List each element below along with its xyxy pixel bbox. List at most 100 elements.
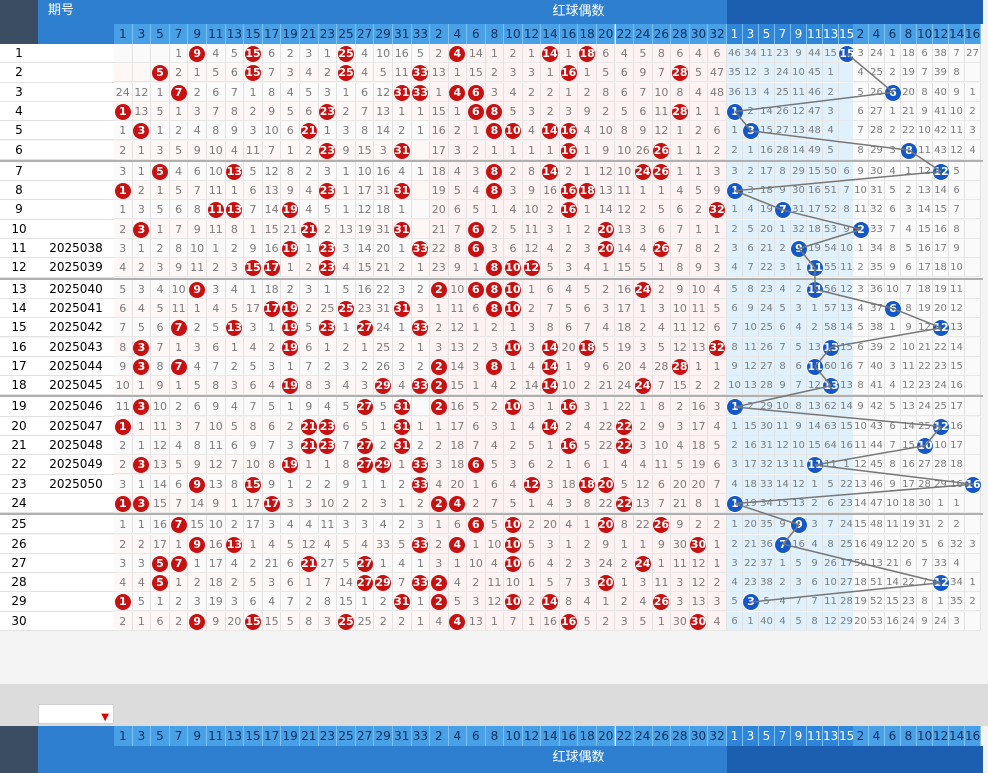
header-blue-odd-col-11[interactable]: 11 (807, 24, 823, 44)
table-row[interactable]: 1 3 1 2 4 8 9 3 10 6 21 1 3 8 14 2 1 16 2 1 8 10 4 14 16 4 10 8 9 12 1… (114, 121, 983, 141)
table-row[interactable]: 10 1 9 1 5 8 3 6 4 19 8 3 4 3 29 4 33 2 15 1 4 2 14 14 10 2 21 24 24… (114, 376, 983, 396)
header-odd-col-11[interactable]: 11 (207, 24, 226, 44)
header-blue-odd-col-9[interactable]: 9 (791, 24, 807, 44)
table-row[interactable]: 2 1 6 2 9 9 20 15 15 5 8 3 25 25 2 2 1 4 4 13 1 7 1 16 16 5 2 3 5 1 30… (114, 611, 983, 631)
table-row[interactable]: 1 3 5 6 8 11 13 7 14 19 4 5 1 12 18 1 20 6 5 1 4 10 2 16 1 14 12 2 5… (114, 200, 983, 220)
table-row[interactable]: 1 2 1 5 7 11 1 6 13 9 4 23 1 17 31 31 19 5 4 8 3 9 16 16 18 13 11 1… (114, 181, 983, 201)
header-blue-even-col-8[interactable]: 8 (901, 24, 917, 44)
footer-odd-col-1[interactable]: 1 (114, 726, 133, 746)
header-even-col-22[interactable]: 22 (615, 24, 635, 44)
header-blue-even-col-6[interactable]: 6 (885, 24, 901, 44)
footer-blue-even-col-10[interactable]: 10 (917, 726, 933, 746)
footer-odd-col-31[interactable]: 31 (393, 726, 412, 746)
table-row[interactable]: 1 3 15 7 14 9 1 17 17 3 3 10 2 2 3 1 2 2 4 2 7 5 1 4 3 8 22 22 13 7 21… (114, 493, 983, 513)
table-row[interactable]: 3 3 5 7 1 17 4 2 21 6 21 27 5 27 1 4 1 3 1 10 4 10 6 4 2 3 24 2 24 1 1… (114, 553, 983, 573)
footer-even-col-20[interactable]: 20 (596, 726, 616, 746)
footer-even-col-18[interactable]: 18 (578, 726, 597, 746)
footer-even-col-12[interactable]: 12 (522, 726, 542, 746)
header-odd-col-17[interactable]: 17 (262, 24, 282, 44)
table-row[interactable]: 1 1 11 3 7 10 5 8 6 2 21 23 6 5 1 31 1 1 17 6 3 1 4 14 2 4 22 22 2 9 3… (114, 416, 983, 436)
table-row[interactable]: 24 12 1 7 2 6 7 1 8 4 5 3 1 6 12 31 33 1 4 6 3 4 2 2 1 2 8 6 7 10 8 4 48… (114, 82, 983, 102)
footer-even-col-26[interactable]: 26 (652, 726, 672, 746)
table-row[interactable]: 2 1 12 4 8 11 6 9 7 3 21 23 7 27 2 31 2 2 18 7 4 2 5 1 16 5 22 22 3 1… (114, 436, 983, 455)
table-row[interactable]: 4 4 5 1 2 18 2 5 3 6 1 7 14 27 29 7 33 2 4 2 11 10 1 5 7 3 20 1 3 11 3… (114, 573, 983, 593)
header-blue-even-col-10[interactable]: 10 (917, 24, 933, 44)
table-row[interactable]: 2 1 3 5 9 10 4 11 7 1 2 23 9 15 3 31 17 3 2 1 1 1 1 16 1 9 10 26 26 1… (114, 140, 983, 160)
header-blue-even-col-16[interactable]: 16 (965, 24, 981, 44)
footer-even-col-10[interactable]: 10 (504, 726, 523, 746)
header-odd-col-9[interactable]: 9 (188, 24, 207, 44)
header-blue-even-col-14[interactable]: 14 (949, 24, 965, 44)
header-blue-even-col-2[interactable]: 2 (853, 24, 869, 44)
header-even-col-20[interactable]: 20 (596, 24, 616, 44)
footer-odd-col-29[interactable]: 29 (374, 726, 393, 746)
header-odd-col-25[interactable]: 25 (337, 24, 356, 44)
header-even-col-28[interactable]: 28 (671, 24, 690, 44)
header-odd-col-15[interactable]: 15 (244, 24, 263, 44)
footer-odd-col-15[interactable]: 15 (244, 726, 263, 746)
footer-odd-col-21[interactable]: 21 (300, 726, 319, 746)
footer-even-col-16[interactable]: 16 (559, 726, 579, 746)
table-row[interactable]: 2 2 17 1 9 16 13 1 4 5 12 4 5 4 33 5 33 2 4 1 10 10 5 3 1 2 9 1 1 9 30… (114, 534, 983, 554)
footer-blue-even-col-16[interactable]: 16 (965, 726, 981, 746)
header-even-col-10[interactable]: 10 (504, 24, 523, 44)
footer-odd-col-3[interactable]: 3 (132, 726, 152, 746)
table-row[interactable]: 2 3 13 5 9 12 7 10 8 19 1 1 8 27 29 1 33 3 18 6 5 3 6 2 1 6 1 4 4 11 5… (114, 455, 983, 475)
table-row[interactable]: 1 5 1 2 3 19 3 6 4 7 2 8 15 1 2 31 1 2 5 3 12 10 2 14 8 4 1 2 4 26 3 13… (114, 592, 983, 612)
table-row[interactable]: 5 2 1 5 6 15 7 3 4 2 25 4 5 11 33 13 1 15 2 3 3 1 16 1 5 6 9 7 28 5 47… (114, 63, 983, 83)
header-odd-col-13[interactable]: 13 (225, 24, 245, 44)
header-blue-even-col-12[interactable]: 12 (933, 24, 949, 44)
header-odd-col-19[interactable]: 19 (281, 24, 300, 44)
header-odd-col-5[interactable]: 5 (151, 24, 170, 44)
table-row[interactable]: 1 13 5 1 3 7 8 2 9 5 6 23 2 7 13 1 1 15 1 6 8 5 3 2 3 9 2 5 6 11 28 1 1 1… (114, 101, 983, 121)
footer-blue-odd-col-9[interactable]: 9 (791, 726, 807, 746)
header-odd-col-21[interactable]: 21 (300, 24, 319, 44)
header-blue-odd-col-13[interactable]: 13 (823, 24, 839, 44)
table-row[interactable]: 8 3 7 1 3 6 1 4 2 19 6 1 2 1 25 2 1 3 13 2 3 10 3 14 20 18 5 19 3 5 12… (114, 337, 983, 357)
table-row[interactable]: 6 4 5 11 1 4 5 17 17 19 2 25 25 23 31 31 3 1 11 6 8 10 2 7 5 6 3 17… (114, 298, 983, 318)
footer-odd-col-11[interactable]: 11 (207, 726, 226, 746)
header-even-col-30[interactable]: 30 (689, 24, 709, 44)
table-row[interactable]: 1 1 16 7 15 10 2 17 3 4 4 11 3 3 4 2 3 1 6 6 5 10 2 20 4 1 20 8 22 26… (114, 515, 983, 535)
header-blue-odd-col-7[interactable]: 7 (775, 24, 791, 44)
table-row[interactable]: 5 3 4 10 9 3 4 1 18 2 3 1 5 16 22 3 2 2 10 6 8 10 1 6 4 5 2 16 24 2 9 1… (114, 279, 983, 299)
table-row[interactable]: 2 3 1 7 9 11 8 1 15 21 21 2 13 19 31 31 21 7 6 2 5 11 3 1 2 20 13 3… (114, 219, 983, 239)
header-even-col-6[interactable]: 6 (467, 24, 486, 44)
footer-blue-odd-col-7[interactable]: 7 (775, 726, 791, 746)
period-header[interactable]: 期号 (38, 0, 114, 44)
header-even-col-24[interactable]: 24 (634, 24, 653, 44)
header-odd-col-3[interactable]: 3 (132, 24, 152, 44)
table-row[interactable]: 11 3 10 2 6 9 4 7 5 1 9 4 5 27 5 31 2 16 5 2 10 3 1 16 3 1 22 1 8 2 16… (114, 397, 983, 417)
footer-blue-even-col-4[interactable]: 4 (869, 726, 885, 746)
footer-blue-odd-col-13[interactable]: 13 (823, 726, 839, 746)
footer-blue-even-col-2[interactable]: 2 (853, 726, 869, 746)
footer-even-col-14[interactable]: 14 (541, 726, 560, 746)
footer-blue-even-col-12[interactable]: 12 (933, 726, 949, 746)
footer-even-col-32[interactable]: 32 (708, 726, 727, 746)
footer-even-col-24[interactable]: 24 (634, 726, 653, 746)
footer-even-col-2[interactable]: 2 (430, 726, 449, 746)
footer-odd-col-13[interactable]: 13 (225, 726, 245, 746)
table-row[interactable]: 1 9 4 5 15 6 2 3 1 25 4 10 16 5 2 4 14 1 2 1 14 1 18 6 4 5 8 6 4 6 46 3… (114, 44, 983, 63)
footer-blue-even-col-14[interactable]: 14 (949, 726, 965, 746)
header-odd-col-31[interactable]: 31 (393, 24, 412, 44)
header-blue-odd-col-5[interactable]: 5 (759, 24, 775, 44)
table-row[interactable]: 3 1 2 8 10 1 2 9 16 19 1 23 3 14 20 1 33 22 8 6 3 6 12 4 2 3 20 14 4… (114, 239, 983, 258)
header-even-col-14[interactable]: 14 (541, 24, 560, 44)
footer-odd-col-25[interactable]: 25 (337, 726, 356, 746)
footer-even-col-28[interactable]: 28 (671, 726, 690, 746)
header-odd-col-29[interactable]: 29 (374, 24, 393, 44)
table-row[interactable]: 3 1 14 6 9 13 8 15 9 1 2 2 9 1 1 2 33 4 20 1 6 4 12 3 18 18 20 5 12 6… (114, 474, 983, 494)
footer-blue-even-col-8[interactable]: 8 (901, 726, 917, 746)
table-row[interactable]: 9 3 8 7 4 7 2 5 3 1 7 2 3 2 26 3 2 2 14 3 8 1 4 14 1 9 6 20 4 28 28 1 1 9… (114, 356, 983, 376)
footer-odd-col-23[interactable]: 23 (318, 726, 338, 746)
header-even-col-16[interactable]: 16 (559, 24, 579, 44)
header-odd-col-33[interactable]: 33 (411, 24, 431, 44)
header-blue-even-col-4[interactable]: 4 (869, 24, 885, 44)
footer-odd-col-33[interactable]: 33 (411, 726, 431, 746)
footer-blue-odd-col-5[interactable]: 5 (759, 726, 775, 746)
header-odd-col-1[interactable]: 1 (114, 24, 133, 44)
header-even-col-32[interactable]: 32 (708, 24, 727, 44)
footer-even-col-22[interactable]: 22 (615, 726, 635, 746)
footer-odd-col-17[interactable]: 17 (262, 726, 282, 746)
